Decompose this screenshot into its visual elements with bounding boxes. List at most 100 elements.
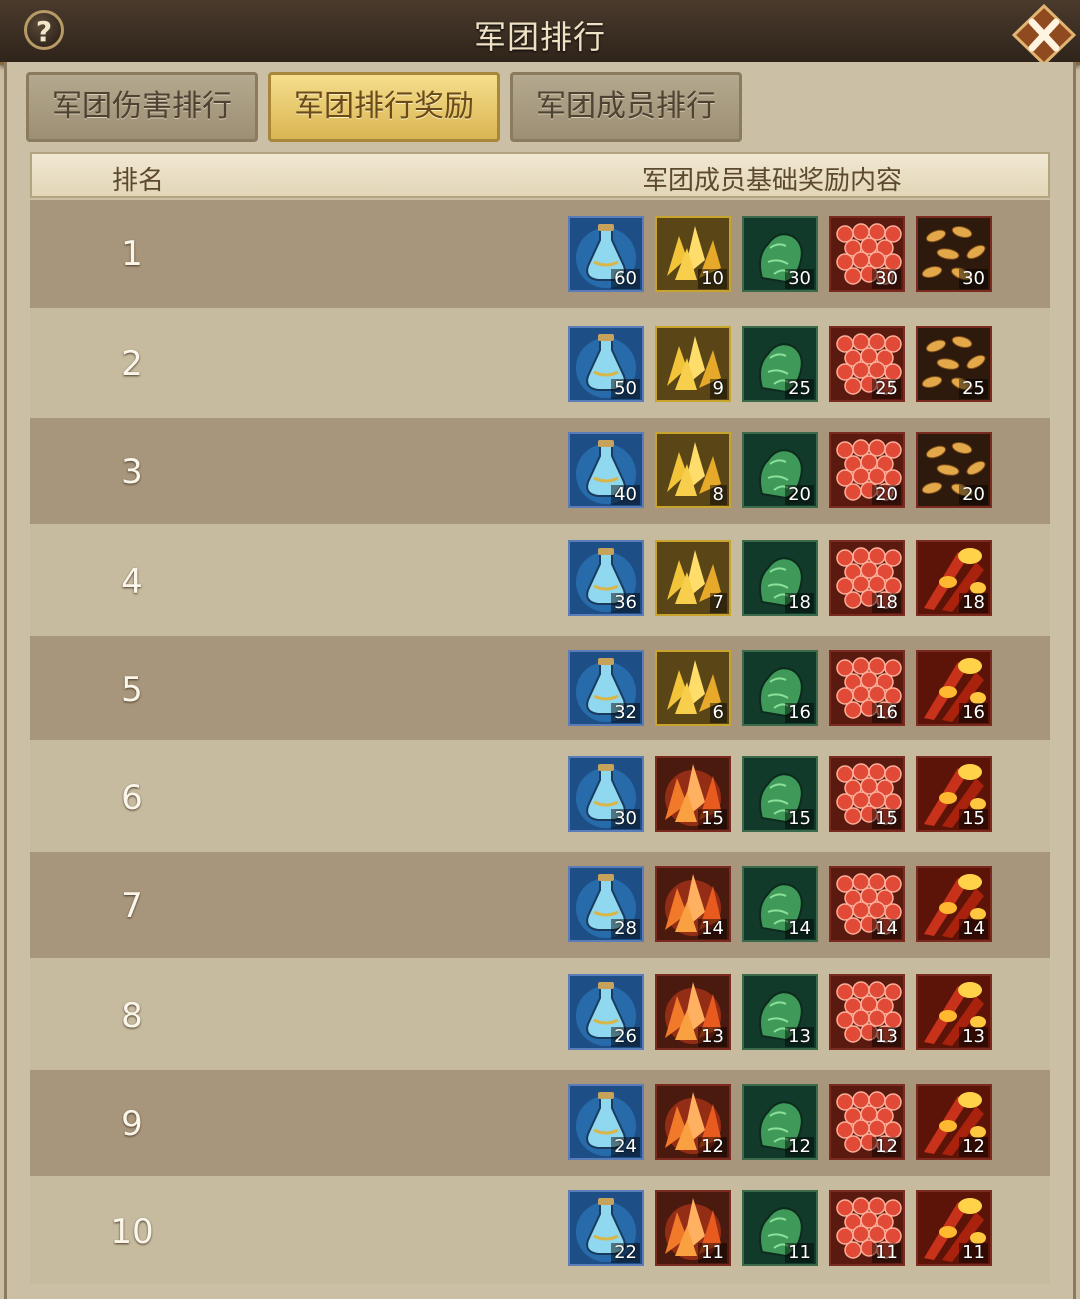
reward-item[interactable]: 25 [916,326,992,402]
reward-item[interactable]: 12 [829,1084,905,1160]
item-count: 25 [959,379,988,399]
item-count: 30 [611,809,640,829]
reward-item[interactable]: 30 [829,216,905,292]
reward-item[interactable]: 36 [568,540,644,616]
reward-item[interactable]: 18 [829,540,905,616]
item-count: 14 [698,919,727,939]
item-count: 18 [785,593,814,613]
reward-items: 28 14 14 14 14 [568,866,992,942]
item-count: 12 [785,1137,814,1157]
item-count: 36 [611,593,640,613]
reward-item[interactable]: 20 [916,432,992,508]
reward-item[interactable]: 15 [829,756,905,832]
reward-item[interactable]: 28 [568,866,644,942]
item-count: 24 [611,1137,640,1157]
item-count: 6 [709,703,727,723]
reward-item[interactable]: 20 [829,432,905,508]
reward-item[interactable]: 15 [916,756,992,832]
reward-item[interactable]: 30 [742,216,818,292]
reward-item[interactable]: 10 [655,216,731,292]
reward-item[interactable]: 13 [655,974,731,1050]
reward-item[interactable]: 14 [742,866,818,942]
item-count: 11 [785,1243,814,1263]
reward-item[interactable]: 11 [655,1190,731,1266]
rank-number: 2 [121,344,143,384]
reward-item[interactable]: 11 [742,1190,818,1266]
reward-item[interactable]: 30 [568,756,644,832]
reward-items: 32 6 16 16 16 [568,650,992,726]
reward-item[interactable]: 8 [655,432,731,508]
item-count: 16 [785,703,814,723]
table-header: 排名 军团成员基础奖励内容 [30,152,1050,198]
reward-item[interactable]: 20 [742,432,818,508]
reward-item[interactable]: 13 [742,974,818,1050]
tab-legion-member-ranking[interactable]: 军团成员排行 [510,72,742,142]
reward-item[interactable]: 11 [829,1190,905,1266]
reward-item[interactable]: 30 [916,216,992,292]
reward-item[interactable]: 15 [655,756,731,832]
item-count: 60 [611,269,640,289]
item-count: 13 [698,1027,727,1047]
item-count: 14 [785,919,814,939]
table-row: 7 28 14 14 14 14 [30,852,1050,958]
item-count: 11 [872,1243,901,1263]
reward-item[interactable]: 18 [742,540,818,616]
item-count: 22 [611,1243,640,1263]
reward-item[interactable]: 26 [568,974,644,1050]
item-count: 14 [872,919,901,939]
reward-item[interactable]: 12 [742,1084,818,1160]
table-row: 1 60 10 30 30 30 [30,200,1050,308]
reward-item[interactable]: 22 [568,1190,644,1266]
reward-item[interactable]: 40 [568,432,644,508]
reward-item[interactable]: 13 [916,974,992,1050]
reward-item[interactable]: 12 [655,1084,731,1160]
reward-items: 40 8 20 20 20 [568,432,992,508]
tab-legion-ranking-reward[interactable]: 军团排行奖励 [268,72,500,142]
item-count: 30 [785,269,814,289]
reward-item[interactable]: 16 [829,650,905,726]
rank-number: 5 [121,670,143,710]
table-row: 9 24 12 12 12 12 [30,1070,1050,1176]
close-icon [1011,3,1077,67]
item-count: 25 [785,379,814,399]
reward-item[interactable]: 7 [655,540,731,616]
reward-item[interactable]: 11 [916,1190,992,1266]
tab-legion-damage-ranking[interactable]: 军团伤害排行 [26,72,258,142]
item-count: 40 [611,485,640,505]
reward-item[interactable]: 60 [568,216,644,292]
reward-item[interactable]: 24 [568,1084,644,1160]
item-count: 8 [709,485,727,505]
reward-item[interactable]: 50 [568,326,644,402]
reward-item[interactable]: 18 [916,540,992,616]
reward-item[interactable]: 14 [829,866,905,942]
reward-item[interactable]: 25 [829,326,905,402]
reward-item[interactable]: 14 [655,866,731,942]
reward-item[interactable]: 25 [742,326,818,402]
reward-item[interactable]: 9 [655,326,731,402]
reward-item[interactable]: 16 [916,650,992,726]
reward-items: 30 15 15 15 15 [568,756,992,832]
item-count: 15 [785,809,814,829]
table-row: 8 26 13 13 13 13 [30,958,1050,1070]
reward-item[interactable]: 6 [655,650,731,726]
reward-item[interactable]: 32 [568,650,644,726]
rank-number: 1 [121,234,143,274]
item-count: 16 [959,703,988,723]
table-row: 5 32 6 16 16 16 [30,636,1050,740]
reward-item[interactable]: 12 [916,1084,992,1160]
reward-item[interactable]: 15 [742,756,818,832]
reward-item[interactable]: 14 [916,866,992,942]
item-count: 20 [785,485,814,505]
item-count: 11 [959,1243,988,1263]
rank-number: 3 [121,452,143,492]
close-button[interactable] [1011,3,1077,67]
reward-item[interactable]: 16 [742,650,818,726]
table-row: 4 36 7 18 18 18 [30,524,1050,636]
reward-items: 22 11 11 11 11 [568,1190,992,1266]
item-count: 14 [959,919,988,939]
item-count: 12 [698,1137,727,1157]
reward-item[interactable]: 13 [829,974,905,1050]
rank-number: 9 [121,1104,143,1144]
item-count: 16 [872,703,901,723]
item-count: 12 [959,1137,988,1157]
